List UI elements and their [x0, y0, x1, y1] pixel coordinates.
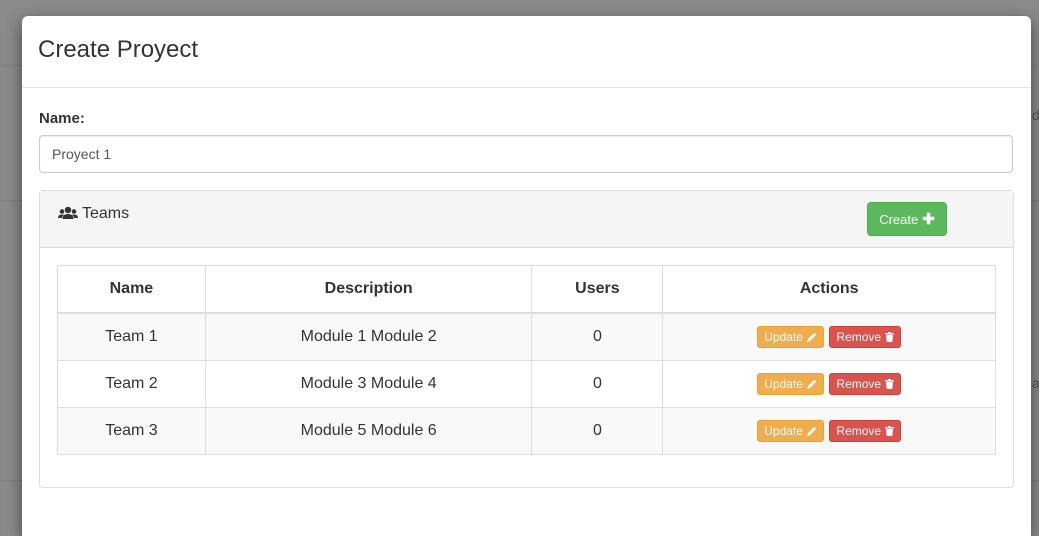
- teams-title-text: Teams: [82, 205, 130, 222]
- column-header-actions: Actions: [662, 265, 996, 314]
- team-actions-cell: Update Remove: [662, 407, 996, 455]
- trash-icon: [885, 332, 895, 342]
- users-icon: [58, 206, 78, 222]
- team-users-cell: 0: [531, 312, 664, 361]
- column-header-users: Users: [531, 265, 664, 314]
- remove-button[interactable]: Remove: [829, 326, 902, 348]
- column-header-name: Name: [57, 265, 206, 314]
- team-name-cell: Team 2: [57, 360, 206, 408]
- update-button[interactable]: Update: [757, 373, 824, 395]
- team-actions-cell: Update Remove: [662, 312, 996, 361]
- team-description-cell: Module 1 Module 2: [204, 312, 533, 361]
- create-team-label: Create: [879, 211, 919, 227]
- update-label: Update: [764, 330, 803, 344]
- background-text: d: [1032, 107, 1039, 123]
- update-button[interactable]: Update: [757, 326, 824, 348]
- team-users-cell: 0: [531, 407, 664, 455]
- column-header-description: Description: [204, 265, 533, 314]
- team-description-cell: Module 5 Module 6: [204, 407, 533, 455]
- remove-label: Remove: [836, 377, 882, 391]
- update-label: Update: [764, 377, 803, 391]
- team-name-cell: Team 1: [57, 312, 206, 361]
- name-label: Name:: [39, 110, 85, 127]
- teams-panel: Teams Create ✚ Name Description Users Ac…: [39, 190, 1014, 488]
- trash-icon: [885, 426, 895, 436]
- background-text: a: [1032, 375, 1039, 391]
- update-button[interactable]: Update: [757, 420, 824, 442]
- team-users-cell: 0: [531, 360, 664, 408]
- table-header-row: Name Description Users Actions: [57, 265, 996, 314]
- teams-panel-heading: Teams Create ✚: [40, 191, 1013, 248]
- team-actions-cell: Update Remove: [662, 360, 996, 408]
- team-description-cell: Module 3 Module 4: [204, 360, 533, 408]
- teams-table: Name Description Users Actions Team 1 Mo…: [57, 265, 996, 455]
- modal-header: Create Proyect: [22, 16, 1031, 88]
- modal-body: Name: Teams: [22, 88, 1031, 488]
- project-name-input[interactable]: [39, 135, 1013, 173]
- teams-panel-body: Name Description Users Actions Team 1 Mo…: [40, 248, 1013, 455]
- create-team-button[interactable]: Create ✚: [867, 202, 947, 236]
- pencil-icon: [806, 379, 817, 389]
- remove-label: Remove: [836, 330, 882, 344]
- modal-title: Create Proyect: [38, 36, 199, 63]
- trash-icon: [885, 379, 895, 389]
- teams-panel-title: Teams: [58, 205, 129, 223]
- plus-icon: ✚: [922, 211, 935, 228]
- pencil-icon: [806, 332, 817, 342]
- table-row: Team 2 Module 3 Module 4 0 Update Remove: [57, 360, 996, 408]
- pencil-icon: [806, 426, 817, 436]
- remove-label: Remove: [836, 424, 882, 438]
- table-row: Team 1 Module 1 Module 2 0 Update Remove: [57, 312, 996, 361]
- update-label: Update: [764, 424, 803, 438]
- table-row: Team 3 Module 5 Module 6 0 Update Remove: [57, 407, 996, 455]
- remove-button[interactable]: Remove: [829, 373, 902, 395]
- remove-button[interactable]: Remove: [829, 420, 902, 442]
- team-name-cell: Team 3: [57, 407, 206, 455]
- create-project-modal: Create Proyect Name: Proyect 1 Teams Cre…: [22, 16, 1031, 536]
